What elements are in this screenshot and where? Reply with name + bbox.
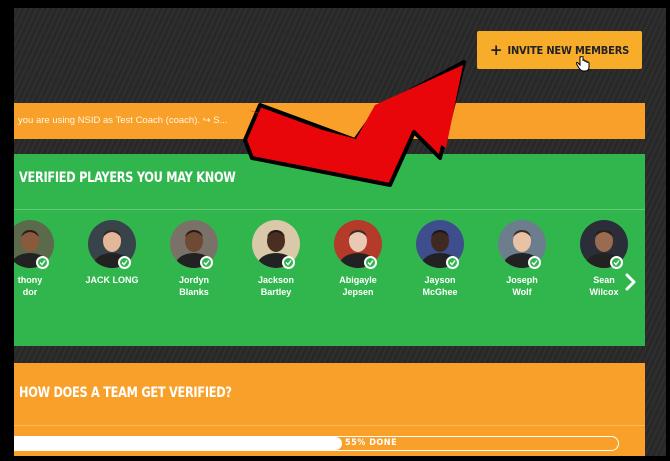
player-name[interactable]: Jordyn Blanks [154, 274, 234, 298]
player-card[interactable]: Jordyn Blanks [154, 220, 234, 298]
video-frame: + INVITE NEW MEMBERS you are using NSID … [0, 0, 670, 461]
team-verification-panel: HOW DOES A TEAM GET VERIFIED? 55% DONE [14, 363, 645, 456]
team-verification-title: HOW DOES A TEAM GET VERIFIED? [19, 385, 232, 401]
invite-button-label: INVITE NEW MEMBERS [507, 43, 630, 57]
verified-check-icon [118, 256, 131, 269]
progress-fill [14, 437, 343, 450]
app-screen: + INVITE NEW MEMBERS you are using NSID … [14, 8, 666, 456]
verified-check-icon [364, 256, 377, 269]
player-last-name: dor [22, 287, 38, 297]
notice-text: you are using NSID as Test Coach (coach)… [18, 115, 228, 126]
player-name[interactable]: Jayson McGhee [400, 274, 480, 298]
player-name[interactable]: Jackson Bartley [236, 274, 316, 298]
player-card[interactable]: Joseph Wolf [482, 220, 562, 298]
player-card[interactable]: Jayson McGhee [400, 220, 480, 298]
player-card[interactable]: Abigayle Jepsen [318, 220, 398, 298]
chevron-right-icon[interactable] [624, 272, 638, 292]
panel-divider [14, 209, 645, 210]
verified-players-panel: VERIFIED PLAYERS YOU MAY KNOW thony dor JA… [14, 154, 645, 346]
player-name[interactable]: thony dor [14, 274, 70, 298]
progress-label: 55% DONE [345, 438, 398, 448]
player-first-name: Jackson [257, 275, 295, 285]
verified-check-icon [200, 256, 213, 269]
panel-divider [14, 425, 645, 426]
player-card[interactable]: Jackson Bartley [236, 220, 316, 298]
player-last-name: Wolf [512, 287, 532, 297]
player-last-name: Jepsen [342, 287, 374, 297]
player-card[interactable]: JACK LONG [72, 220, 152, 286]
player-first-name: Joseph [506, 275, 538, 285]
player-card[interactable]: thony dor [14, 220, 70, 298]
hand-cursor-icon [576, 56, 590, 72]
player-name[interactable]: Joseph Wolf [482, 274, 562, 298]
player-first-name: Jayson [424, 275, 456, 285]
player-first-name: thony [17, 275, 43, 285]
player-first-name: Jordyn [178, 275, 209, 285]
verification-progress-bar: 55% DONE [14, 436, 619, 451]
impersonation-notice-bar: you are using NSID as Test Coach (coach)… [14, 103, 645, 139]
verified-check-icon [610, 256, 623, 269]
player-first-name: JACK LONG [85, 275, 139, 285]
plus-icon: + [489, 40, 503, 59]
player-first-name: Abigayle [339, 275, 377, 285]
player-last-name: Bartley [260, 287, 292, 297]
player-last-name: McGhee [422, 287, 458, 297]
verified-check-icon [282, 256, 295, 269]
verified-check-icon [446, 256, 459, 269]
invite-new-members-button[interactable]: + INVITE NEW MEMBERS [477, 31, 642, 69]
verified-check-icon [528, 256, 541, 269]
player-name[interactable]: JACK LONG [72, 274, 152, 286]
player-last-name: Blanks [179, 287, 209, 297]
verified-check-icon [36, 256, 49, 269]
player-name[interactable]: Abigayle Jepsen [318, 274, 398, 298]
verified-players-title: VERIFIED PLAYERS YOU MAY KNOW [19, 170, 236, 186]
